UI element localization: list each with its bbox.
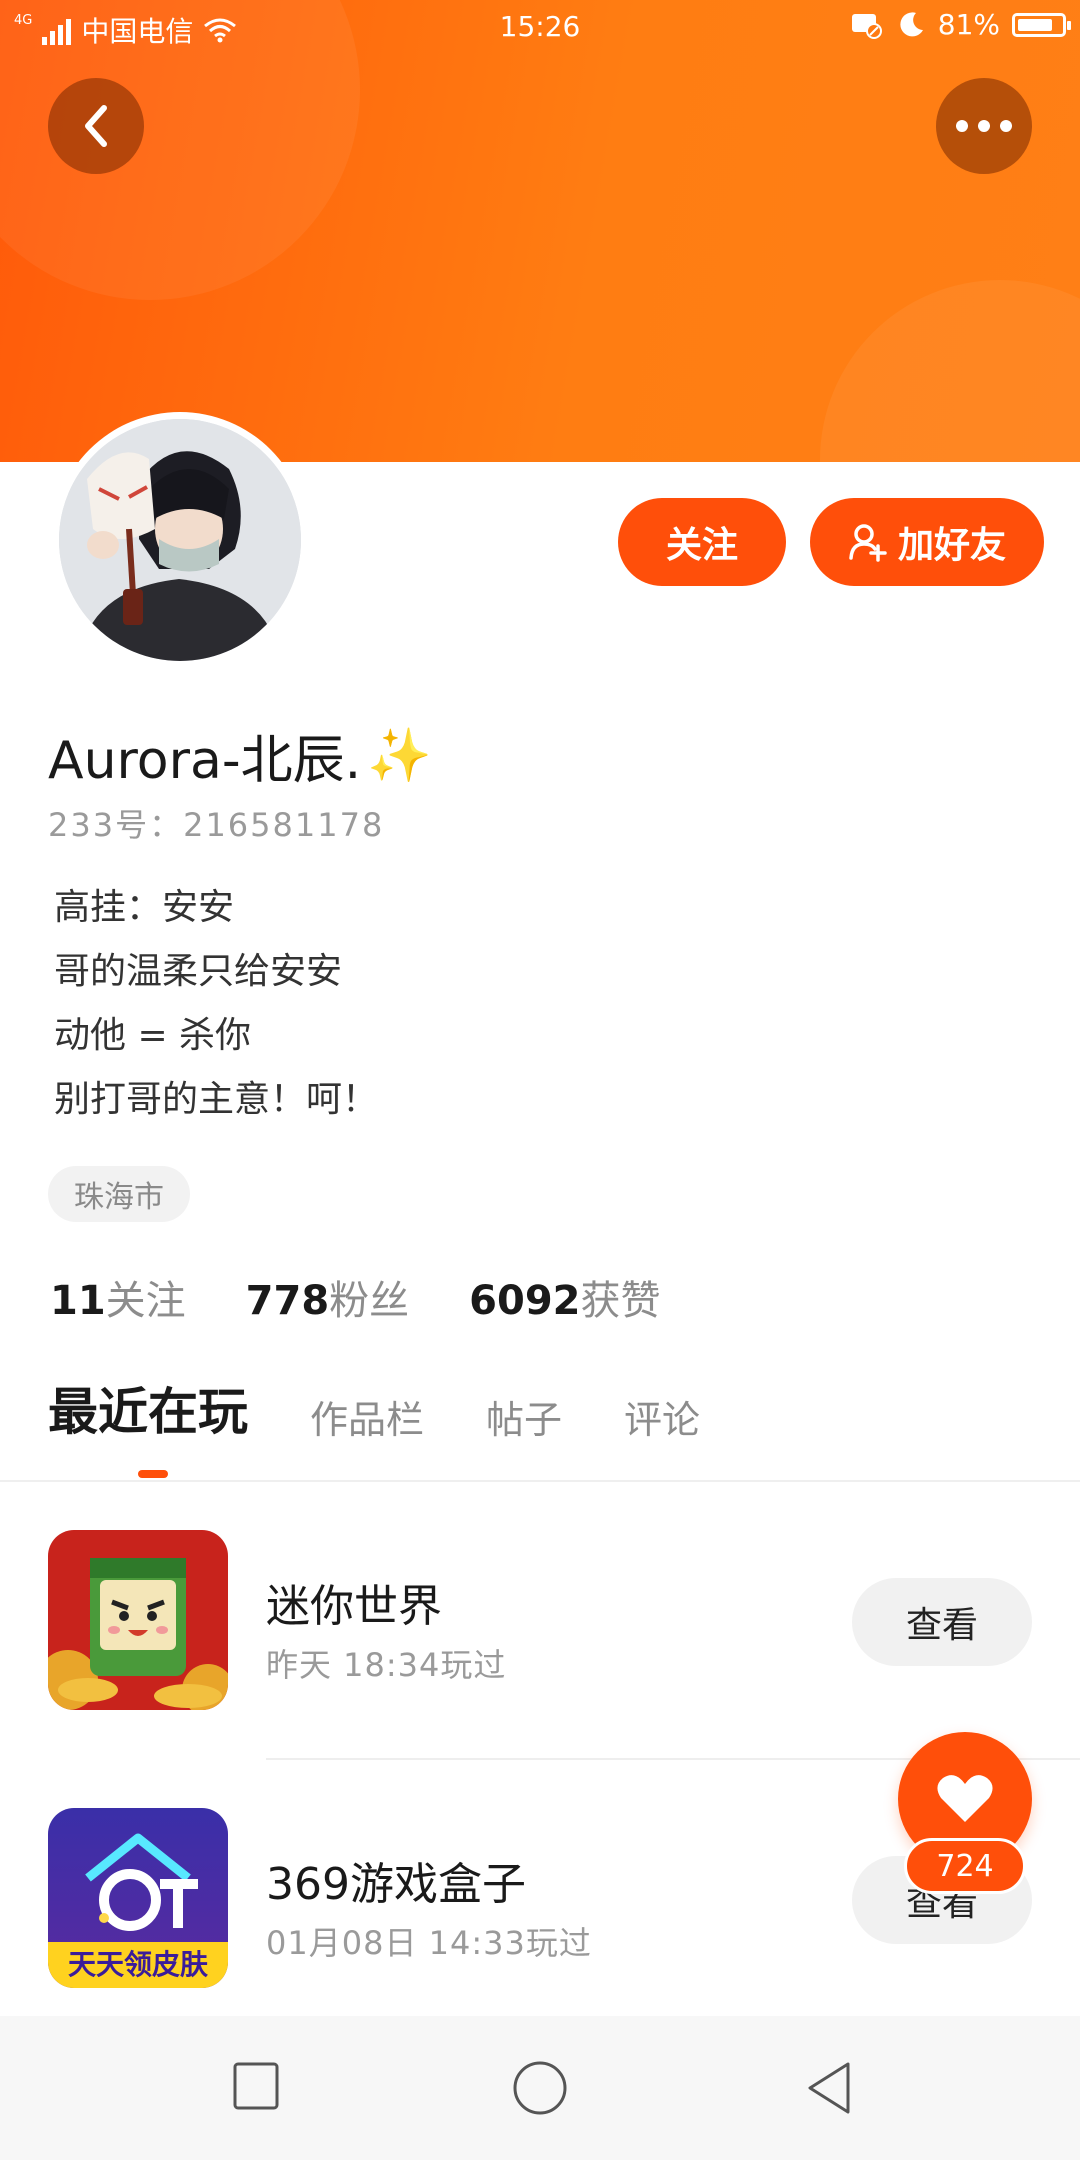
header-decoration	[820, 280, 1080, 462]
back-nav-button[interactable]	[804, 2060, 854, 2116]
location-text: 珠海市	[74, 1180, 164, 1215]
last-played-time: 01月08日 14:33玩过	[266, 1924, 592, 1962]
bio: 高挂：安安 哥的温柔只给安安 动他 = 杀你 别打哥的主意！呵！	[54, 876, 378, 1132]
tab-recently-played[interactable]: 最近在玩	[48, 1372, 248, 1448]
stat-label: 粉丝	[329, 1278, 410, 1324]
game-title: 369游戏盒子	[266, 1859, 526, 1910]
follow-button-label: 关注	[665, 525, 738, 566]
stat-number: 11	[50, 1278, 106, 1324]
bio-line: 哥的温柔只给安安	[54, 951, 343, 992]
profile-name-text: Aurora-北辰.	[48, 731, 362, 791]
heart-icon	[937, 1775, 993, 1822]
add-friend-button[interactable]: 加好友	[810, 498, 1044, 586]
stat-number: 6092	[469, 1278, 581, 1324]
active-tab-indicator	[138, 1470, 168, 1478]
avatar-image	[59, 419, 301, 661]
bio-line: 动他 = 杀你	[54, 1015, 252, 1056]
bio-line: 高挂：安安	[54, 887, 235, 928]
battery-percent: 81%	[937, 8, 1000, 41]
status-bar: 4G 中国电信 15:26 81%	[0, 0, 1080, 54]
home-button[interactable]	[512, 2060, 568, 2116]
stat-likes: 6092获赞	[469, 1268, 660, 1326]
moon-icon	[900, 11, 923, 36]
game-icon: 天天领皮肤	[48, 1808, 228, 1988]
more-options-button[interactable]	[936, 78, 1032, 174]
chevron-left-icon	[85, 105, 107, 147]
bio-line: 别打哥的主意！呵！	[54, 1079, 379, 1120]
game-title: 迷你世界	[266, 1581, 442, 1632]
system-navigation-bar	[0, 2016, 1080, 2160]
user-id: 233号：216581178	[48, 806, 385, 844]
divider	[0, 1480, 1080, 1482]
tab-comments[interactable]: 评论	[624, 1389, 700, 1448]
sparkles-emoji: ✨	[367, 726, 432, 786]
location-tag: 珠海市	[48, 1166, 190, 1222]
list-item[interactable]: 迷你世界 昨天 18:34玩过 查看	[0, 1530, 1080, 1710]
follow-button[interactable]: 关注	[618, 498, 786, 586]
view-game-button[interactable]: 查看	[852, 1578, 1032, 1666]
last-played-time: 昨天 18:34玩过	[266, 1646, 507, 1684]
stat-following[interactable]: 11关注	[50, 1268, 186, 1326]
profile-stats: 11关注 778粉丝 6092获赞	[50, 1268, 661, 1326]
view-button-label: 查看	[905, 1605, 978, 1646]
more-dots-icon	[956, 120, 1012, 132]
profile-name: Aurora-北辰. ✨	[48, 718, 432, 793]
profile-tabs: 最近在玩 作品栏 帖子 评论	[48, 1372, 700, 1448]
add-user-icon	[849, 524, 887, 562]
stat-label: 获赞	[580, 1278, 661, 1324]
stat-number: 778	[245, 1278, 330, 1324]
game-icon-caption: 天天领皮肤	[48, 1942, 228, 1988]
game-icon	[48, 1530, 228, 1710]
profile-header-banner: 4G 中国电信 15:26 81%	[0, 0, 1080, 462]
recent-apps-button[interactable]	[232, 2060, 280, 2112]
battery-icon	[1012, 12, 1071, 37]
add-friend-button-label: 加好友	[897, 525, 1006, 566]
tab-works[interactable]: 作品栏	[310, 1389, 424, 1448]
stat-followers[interactable]: 778粉丝	[246, 1268, 410, 1326]
message-muted-icon	[851, 13, 882, 39]
avatar[interactable]	[52, 412, 308, 668]
tab-posts[interactable]: 帖子	[486, 1389, 562, 1448]
like-count-badge: 724	[904, 1838, 1026, 1894]
back-button[interactable]	[48, 78, 144, 174]
stat-label: 关注	[105, 1278, 186, 1324]
